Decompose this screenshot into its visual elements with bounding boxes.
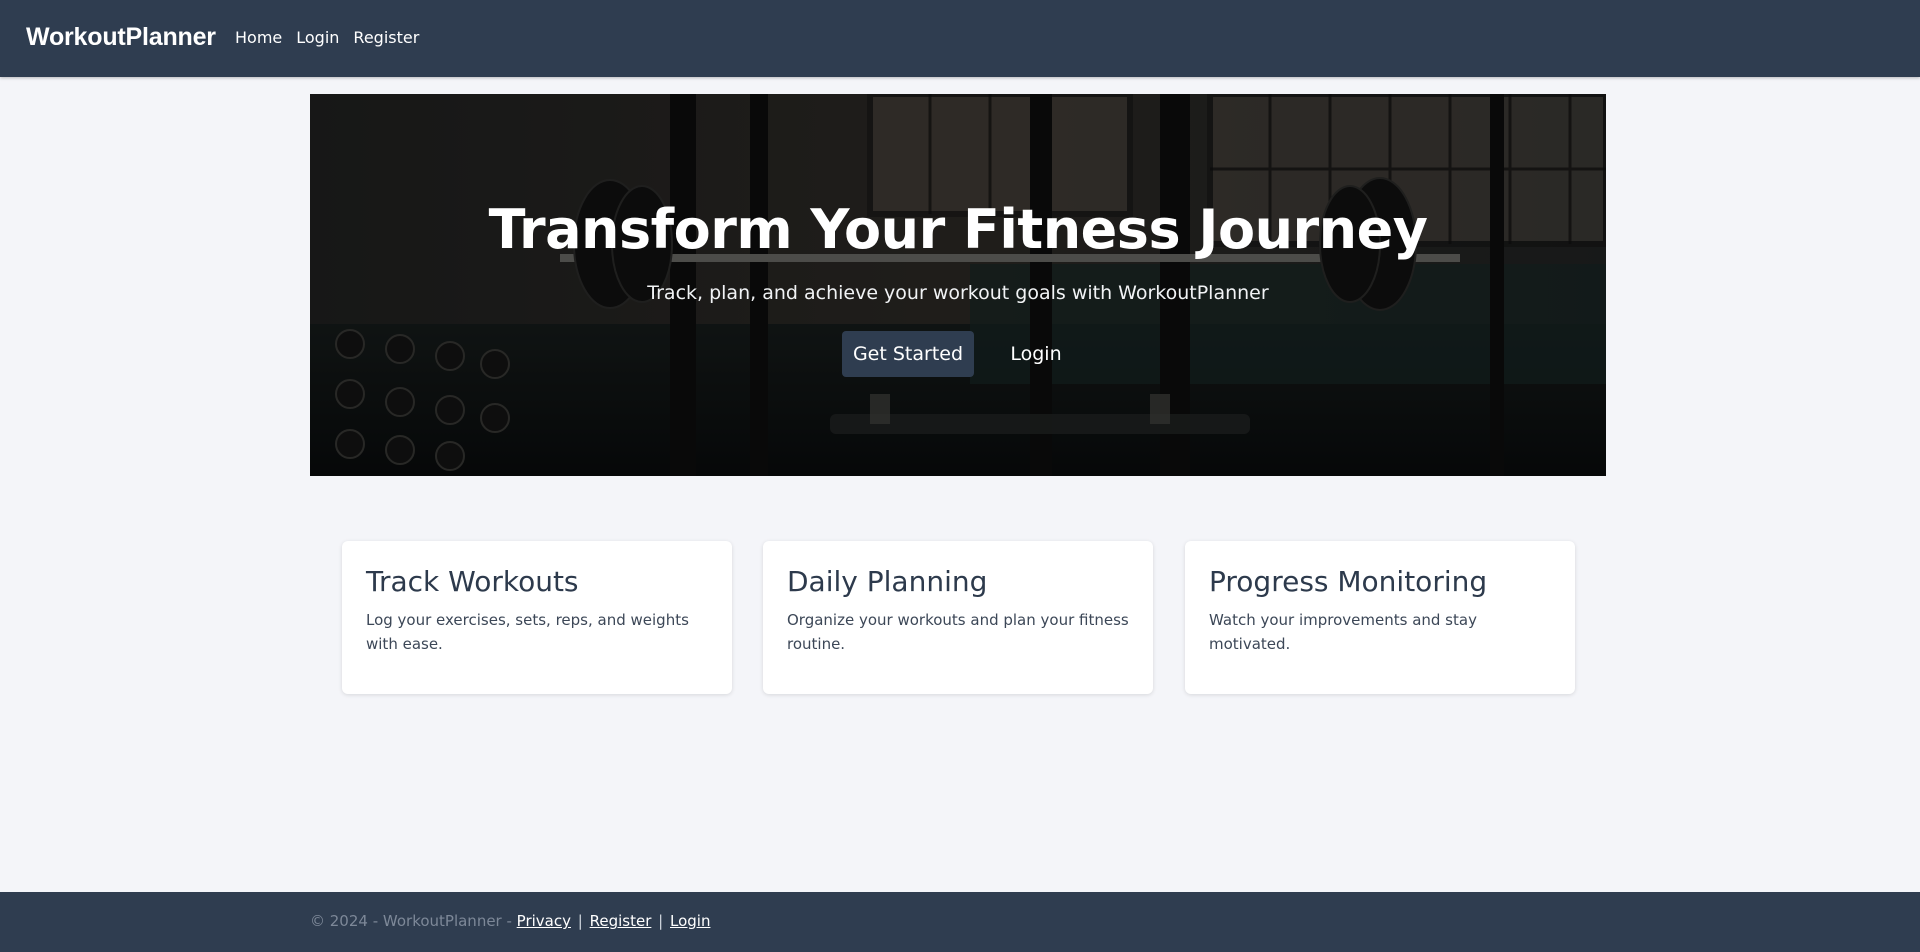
feature-card-title: Track Workouts [366,565,579,598]
feature-card-text: Watch your improvements and stay motivat… [1209,611,1477,653]
nav-link-home[interactable]: Home [235,28,282,47]
footer-copyright: © 2024 - WorkoutPlanner - [310,912,517,930]
hero-banner: Transform Your Fitness Journey Track, pl… [310,94,1606,476]
footer-separator: | [577,912,583,930]
feature-card-daily-planning: Daily Planning Organize your workouts an… [763,541,1153,694]
hero-subtitle: Track, plan, and achieve your workout go… [647,282,1269,304]
page-footer: © 2024 - WorkoutPlanner - Privacy | Regi… [0,892,1920,952]
feature-card-title: Daily Planning [787,565,988,598]
brand-logo-link[interactable]: WorkoutPlanner [26,23,216,52]
feature-card-text: Organize your workouts and plan your fit… [787,611,1129,653]
nav-link-login[interactable]: Login [296,28,339,47]
main-nav: Home Login Register [235,28,419,47]
footer-link-privacy[interactable]: Privacy [517,912,571,930]
feature-card-text: Log your exercises, sets, reps, and weig… [366,611,689,653]
hero-login-button[interactable]: Login [996,331,1076,377]
feature-card-progress-monitoring: Progress Monitoring Watch your improveme… [1185,541,1575,694]
footer-content: © 2024 - WorkoutPlanner - Privacy | Regi… [310,912,710,930]
top-navbar: WorkoutPlanner Home Login Register [0,0,1920,77]
feature-card-title: Progress Monitoring [1209,565,1488,598]
footer-link-register[interactable]: Register [590,912,652,930]
nav-link-register[interactable]: Register [353,28,419,47]
footer-separator: | [658,912,664,930]
hero-title: Transform Your Fitness Journey [488,198,1428,261]
feature-card-track-workouts: Track Workouts Log your exercises, sets,… [342,541,732,694]
get-started-button[interactable]: Get Started [842,331,974,377]
footer-link-login[interactable]: Login [670,912,710,930]
